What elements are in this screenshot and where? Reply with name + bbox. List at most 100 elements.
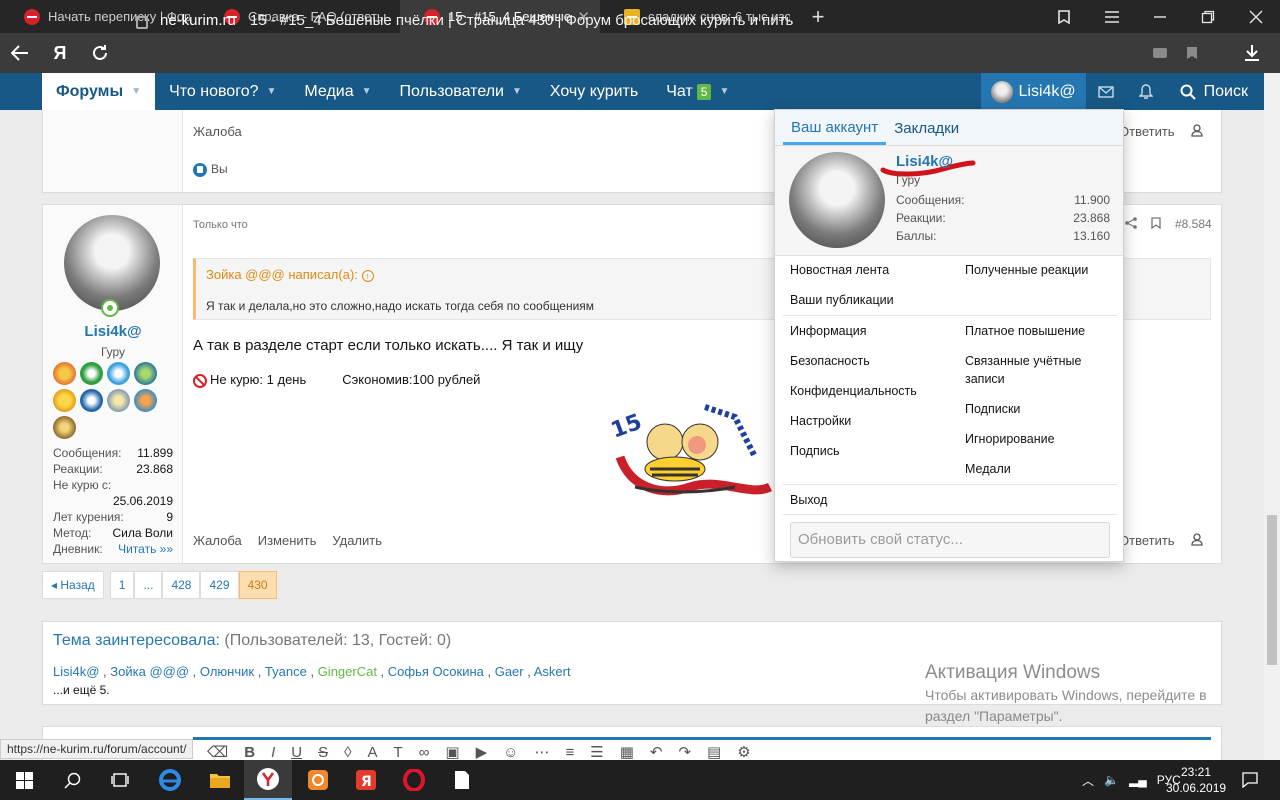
caret-down-icon[interactable]: ▼ [362, 86, 372, 97]
user-icon[interactable] [1190, 124, 1203, 140]
chevron-up-icon[interactable]: ︿ [1082, 772, 1094, 789]
post-username[interactable]: Lisi4k@ [43, 323, 183, 340]
trophy-icon[interactable] [107, 362, 130, 385]
bookmark-icon[interactable] [1174, 33, 1210, 73]
font-family-icon[interactable]: T [394, 744, 403, 761]
user-link[interactable]: Софья Осокина [388, 664, 484, 679]
caret-down-icon[interactable]: ▼ [719, 86, 729, 97]
reader-mode-icon[interactable] [1142, 33, 1178, 73]
yandex-logo[interactable]: Я [40, 33, 80, 73]
user-link[interactable]: GingerCat [318, 664, 377, 679]
task-view-icon[interactable] [96, 760, 144, 800]
reply-link[interactable]: Ответить [1119, 124, 1175, 140]
color-icon[interactable]: ◊ [344, 744, 351, 761]
page-scrollbar[interactable] [1264, 73, 1280, 763]
menu-item-info[interactable]: Информация [790, 322, 867, 340]
clock[interactable]: 23:21 30.06.2019 [1166, 764, 1226, 796]
align-icon[interactable]: ≡ [565, 744, 574, 761]
strikethrough-icon[interactable]: S [318, 744, 328, 761]
menu-item-logout[interactable]: Выход [790, 491, 827, 509]
trophy-icon[interactable] [134, 362, 157, 385]
yandex-app-icon[interactable]: Я [342, 760, 390, 800]
menu-item-connected-accounts[interactable]: Связанные учётные записи [965, 352, 1105, 388]
caret-down-icon[interactable]: ▼ [266, 86, 276, 97]
url-field[interactable]: ne-kurim.ru 15 - #15_4 Бешеные пчёлки | … [136, 4, 1216, 36]
user-link[interactable]: Олюнчик [200, 664, 254, 679]
user-link[interactable]: Gaer [495, 664, 524, 679]
nav-media[interactable]: Медиа ▼ [290, 73, 385, 110]
windows-start-icon[interactable] [0, 760, 48, 800]
notifications-icon[interactable] [1226, 760, 1274, 800]
tab-your-account[interactable]: Ваш аккаунт [783, 112, 887, 145]
menu-item-signature[interactable]: Подпись [790, 442, 839, 460]
trophy-icon[interactable] [80, 362, 103, 385]
bold-icon[interactable]: B [244, 744, 255, 761]
redo-icon[interactable]: ↷ [678, 743, 691, 761]
edit-link[interactable]: Изменить [258, 533, 317, 548]
search-button[interactable]: Поиск [1166, 73, 1262, 110]
arrow-up-icon[interactable]: ↑ [361, 270, 374, 282]
download-icon[interactable] [1234, 33, 1270, 73]
trophy-icon[interactable] [53, 362, 76, 385]
table-icon[interactable]: ▦ [620, 743, 634, 761]
font-size-icon[interactable]: A [368, 744, 378, 761]
smilies-icon[interactable]: ☺ [503, 744, 518, 761]
tab-bookmarks[interactable]: Закладки [886, 112, 967, 145]
edge-icon[interactable] [146, 760, 194, 800]
trophy-icon[interactable] [80, 389, 103, 412]
italic-icon[interactable]: I [271, 744, 275, 761]
page-link[interactable]: 1 [109, 571, 135, 599]
save-draft-icon[interactable]: ▤ [707, 743, 721, 761]
file-explorer-icon[interactable] [196, 760, 244, 800]
nav-whats-new[interactable]: Что нового? ▼ [155, 73, 290, 110]
bookmark-post-icon[interactable] [1151, 217, 1161, 232]
post-number[interactable]: #8.584 [1175, 217, 1212, 232]
settings-icon[interactable]: ⚙ [737, 743, 750, 761]
menu-item-your-content[interactable]: Ваши публикации [790, 291, 894, 309]
prev-page-button[interactable]: ◂ Назад [42, 571, 104, 599]
user-link[interactable]: Зойка @@@ [110, 664, 189, 679]
menu-item-following[interactable]: Подписки [965, 400, 1020, 418]
menu-item-reactions[interactable]: Полученные реакции [965, 261, 1088, 279]
more-icon[interactable]: ⋯ [534, 743, 549, 761]
status-update-input[interactable]: Обновить свой статус... [790, 522, 1110, 558]
link-icon[interactable]: ∞ [419, 744, 430, 761]
inbox-icon[interactable] [1086, 73, 1126, 110]
user-link[interactable]: Lisi4k@ [53, 664, 99, 679]
caret-down-icon[interactable]: ▼ [131, 86, 141, 97]
share-icon[interactable] [1125, 217, 1137, 232]
volume-icon[interactable]: 🔈 [1104, 773, 1119, 787]
trophy-icon[interactable] [107, 389, 130, 412]
report-link[interactable]: Жалоба [193, 533, 242, 548]
menu-item-ignoring[interactable]: Игнорирование [965, 430, 1055, 448]
notepad-icon[interactable] [438, 760, 486, 800]
user-link[interactable]: Askert [534, 664, 571, 679]
eraser-icon[interactable]: ⌫ [207, 743, 228, 761]
underline-icon[interactable]: U [291, 744, 302, 761]
nav-forums[interactable]: Форумы ▼ [42, 73, 156, 110]
avatar[interactable] [64, 215, 160, 311]
opera-icon[interactable] [390, 760, 438, 800]
page-link[interactable]: 428 [162, 571, 201, 599]
page-link[interactable]: 429 [200, 571, 239, 599]
account-nav-button[interactable]: Lisi4k@ [980, 73, 1086, 110]
nav-want-smoke[interactable]: Хочу курить [536, 73, 652, 110]
soda-app-icon[interactable] [294, 760, 342, 800]
menu-item-preferences[interactable]: Настройки [790, 412, 851, 430]
avatar[interactable] [789, 152, 885, 248]
quote-header[interactable]: Зойка @@@ написал(а): ↑ [206, 267, 374, 282]
diary-link[interactable]: Читать »» [118, 541, 173, 557]
menu-item-security[interactable]: Безопасность [790, 352, 870, 370]
reply-link[interactable]: Ответить [1119, 533, 1175, 549]
close-window-icon[interactable] [1232, 0, 1280, 33]
list-icon[interactable]: ☰ [590, 743, 603, 761]
bell-icon[interactable] [1126, 73, 1166, 110]
media-icon[interactable]: ▶ [476, 743, 488, 761]
reactions-bar[interactable]: Вы [193, 162, 228, 177]
report-link[interactable]: Жалоба [193, 124, 242, 139]
menu-item-upgrades[interactable]: Платное повышение [965, 322, 1085, 340]
user-icon[interactable] [1190, 533, 1203, 549]
menu-item-medals[interactable]: Медали [965, 460, 1011, 478]
undo-icon[interactable]: ↶ [650, 743, 663, 761]
yandex-browser-icon[interactable] [244, 760, 292, 800]
